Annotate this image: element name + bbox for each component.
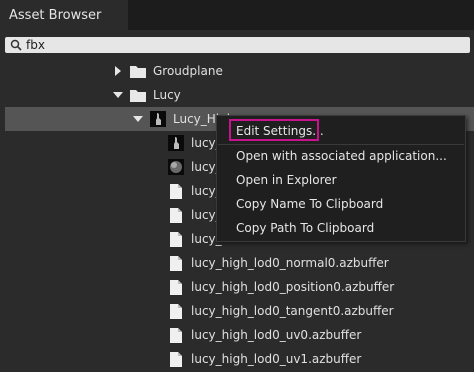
tree-item-label: lucy_high_lod0_position0.azbuffer	[191, 280, 395, 294]
chevron-down-icon[interactable]	[110, 87, 126, 103]
tree-item-child[interactable]: lucy_high_lod0_uv1.azbuffer	[0, 347, 474, 371]
panel-tab-asset-browser[interactable]: Asset Browser	[0, 0, 128, 30]
menu-item-copy-name[interactable]: Copy Name To Clipboard	[217, 192, 465, 216]
search-bar	[5, 37, 470, 53]
tree-item-lucy[interactable]: Lucy	[0, 83, 474, 107]
file-icon	[168, 231, 184, 247]
mesh-thumbnail-icon	[150, 111, 166, 127]
tree-item-label: lucy_high_lod0_uv1.azbuffer	[191, 352, 362, 366]
menu-item-label: Copy Name To Clipboard	[236, 197, 384, 211]
menu-item-copy-path[interactable]: Copy Path To Clipboard	[217, 216, 465, 240]
file-icon	[168, 327, 184, 343]
tree-item-label: lucy_high_lod0_tangent0.azbuffer	[191, 304, 394, 318]
sphere-thumbnail-icon	[168, 159, 184, 175]
tree-item-label: Groudplane	[153, 64, 223, 78]
tree-item-child[interactable]: lucy_high_lod0_normal0.azbuffer	[0, 251, 474, 275]
file-icon	[168, 303, 184, 319]
search-icon	[8, 37, 24, 53]
menu-item-label: Edit Settings...	[236, 124, 324, 138]
folder-icon	[130, 63, 146, 79]
mesh-thumbnail-icon	[168, 135, 184, 151]
tree-item-label: lucy_high_lod0_normal0.azbuffer	[191, 256, 389, 270]
tree-item-label: lucy_high_lod0_uv0.azbuffer	[191, 328, 362, 342]
tree-item-label: Lucy	[153, 88, 181, 102]
context-menu: Edit Settings... Open with associated ap…	[216, 115, 466, 242]
title-bar: Asset Browser	[0, 0, 474, 30]
chevron-down-icon[interactable]	[130, 111, 146, 127]
file-icon	[168, 207, 184, 223]
tree-item-child[interactable]: lucy_high_lod0_position0.azbuffer	[0, 275, 474, 299]
file-icon	[168, 279, 184, 295]
menu-item-open-in-explorer[interactable]: Open in Explorer	[217, 168, 465, 192]
file-icon	[168, 255, 184, 271]
tree-item-groudplane[interactable]: Groudplane	[0, 59, 474, 83]
menu-item-label: Open in Explorer	[236, 173, 337, 187]
chevron-right-icon[interactable]	[110, 63, 126, 79]
panel-title: Asset Browser	[9, 7, 102, 23]
menu-item-label: Open with associated application...	[236, 149, 447, 163]
menu-item-label: Copy Path To Clipboard	[236, 221, 375, 235]
tree-item-child[interactable]: lucy_high_lod0_tangent0.azbuffer	[0, 299, 474, 323]
file-icon	[168, 183, 184, 199]
tree-item-child[interactable]: lucy_high_lod0_uv0.azbuffer	[0, 323, 474, 347]
menu-item-edit-settings[interactable]: Edit Settings...	[217, 119, 465, 143]
folder-icon	[130, 87, 146, 103]
menu-item-open-with-app[interactable]: Open with associated application...	[217, 144, 465, 168]
search-input[interactable]	[24, 37, 446, 53]
file-icon	[168, 351, 184, 367]
